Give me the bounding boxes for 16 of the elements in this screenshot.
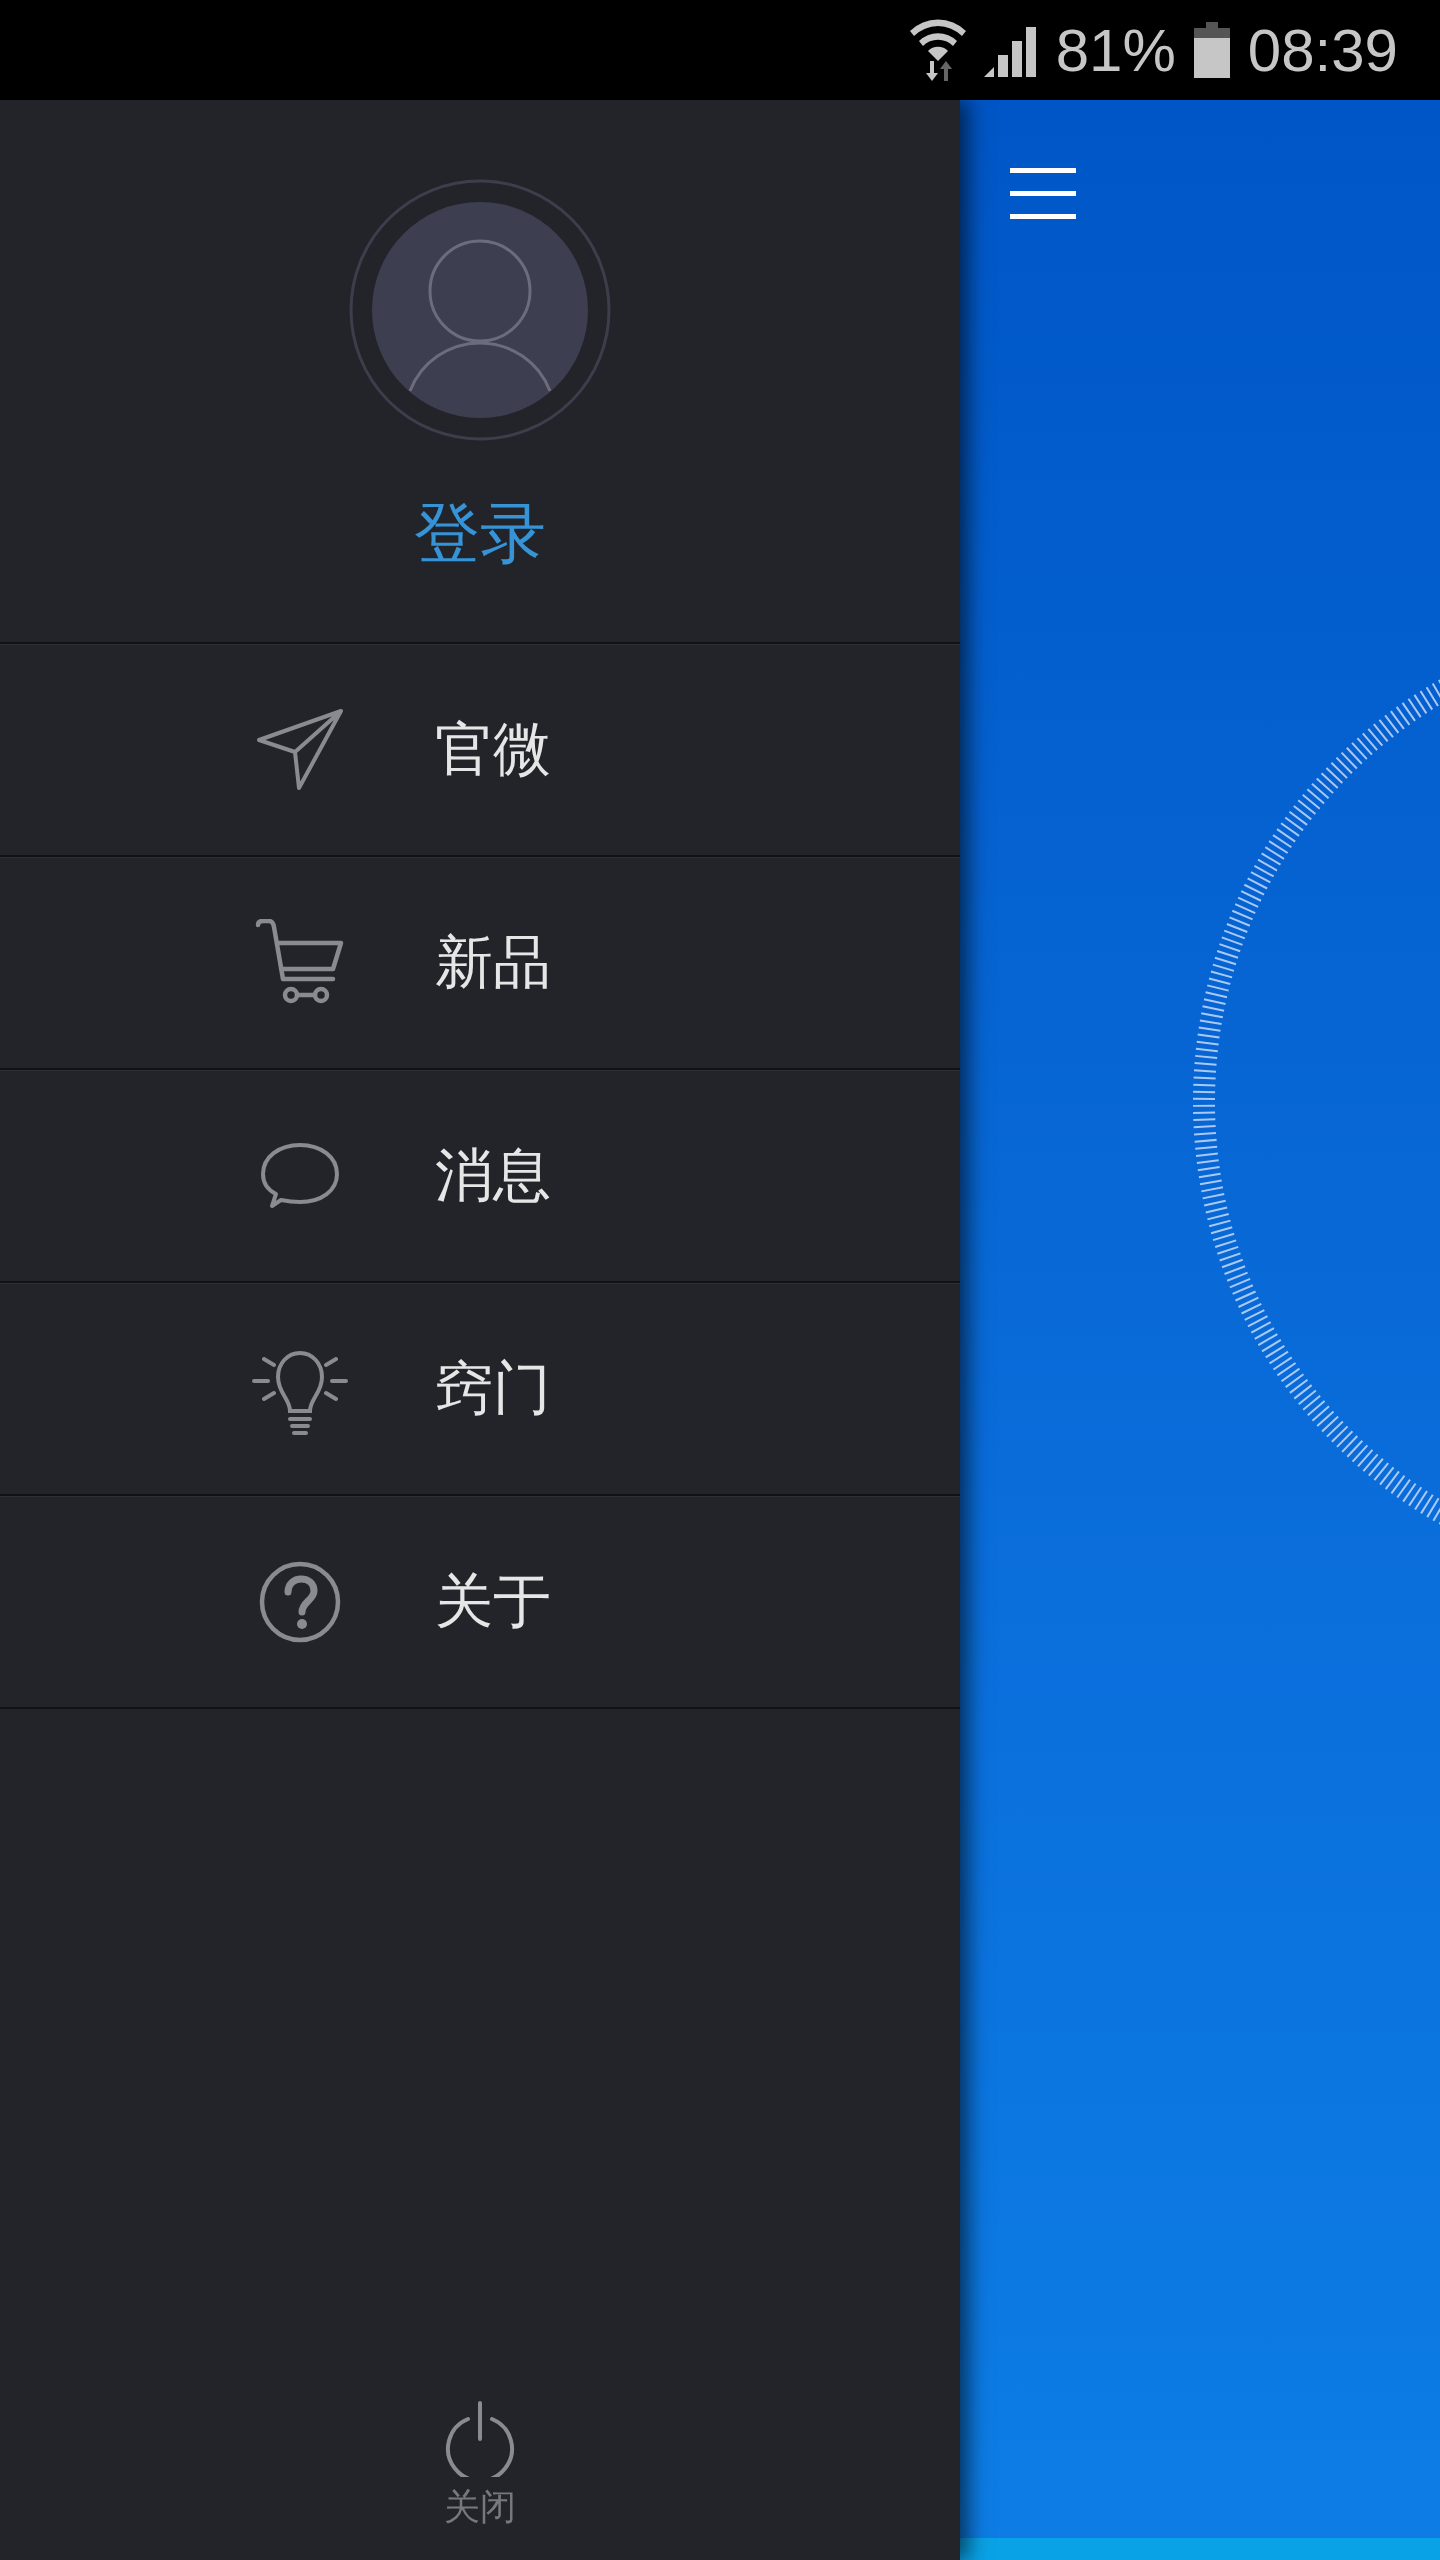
login-link[interactable]: 登录 xyxy=(414,494,546,574)
power-icon xyxy=(444,2401,516,2477)
battery-percent: 81% xyxy=(1055,15,1176,85)
close-button[interactable]: 关闭 xyxy=(0,2401,960,2532)
menu-item[interactable]: 窍门 xyxy=(0,1283,960,1496)
menu-item[interactable]: 新品 xyxy=(0,857,960,1070)
clock-time: 08:39 xyxy=(1247,15,1398,85)
wifi-icon xyxy=(909,19,966,81)
menu-item[interactable]: 官微 xyxy=(0,644,960,857)
question-mark-icon xyxy=(258,1560,342,1644)
menu-item[interactable]: 关于 xyxy=(0,1496,960,1709)
paper-plane-icon xyxy=(255,708,345,792)
menu-icon[interactable] xyxy=(1010,168,1076,220)
speech-bubble-icon xyxy=(260,1142,340,1210)
battery-icon xyxy=(1193,22,1230,78)
menu-item[interactable]: 消息 xyxy=(0,1070,960,1283)
